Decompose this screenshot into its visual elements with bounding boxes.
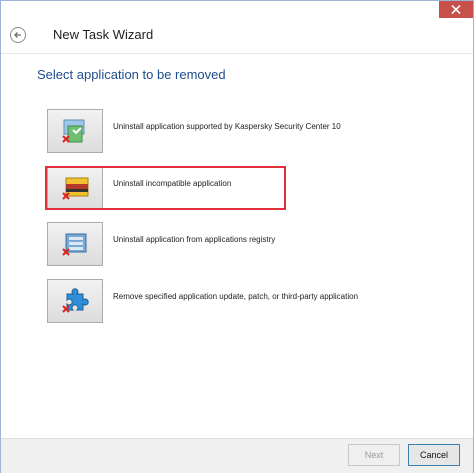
title-bar: New Task Wizard xyxy=(1,1,473,49)
wizard-footer: Next Cancel xyxy=(1,438,473,473)
uninstall-registry-app-tile[interactable] xyxy=(47,222,103,266)
back-arrow-icon[interactable] xyxy=(10,27,26,43)
uninstall-managed-app-icon xyxy=(62,119,85,143)
uninstall-managed-app-tile[interactable] xyxy=(47,109,103,153)
option-remove-update-patch[interactable]: Remove specified application update, pat… xyxy=(47,279,358,323)
option-uninstall-registry-app[interactable]: Uninstall application from applications … xyxy=(47,222,279,266)
option-label: Uninstall application supported by Kaspe… xyxy=(113,122,341,131)
uninstall-registry-app-icon xyxy=(62,233,87,256)
next-button[interactable]: Next xyxy=(348,444,400,466)
remove-update-patch-tile[interactable] xyxy=(47,279,103,323)
window-title: New Task Wizard xyxy=(53,27,154,42)
title-divider xyxy=(1,53,473,54)
close-button[interactable] xyxy=(439,1,473,18)
option-label: Uninstall application from applications … xyxy=(113,235,276,244)
wizard-window: New Task Wizard Select application to be… xyxy=(0,0,474,473)
page-heading: Select application to be removed xyxy=(37,67,226,82)
selection-highlight xyxy=(45,166,286,210)
close-icon xyxy=(451,5,461,14)
remove-update-patch-icon xyxy=(62,288,89,313)
option-label: Remove specified application update, pat… xyxy=(113,292,359,301)
cancel-button[interactable]: Cancel xyxy=(408,444,460,466)
option-uninstall-managed-app[interactable]: Uninstall application supported by Kaspe… xyxy=(47,109,341,153)
